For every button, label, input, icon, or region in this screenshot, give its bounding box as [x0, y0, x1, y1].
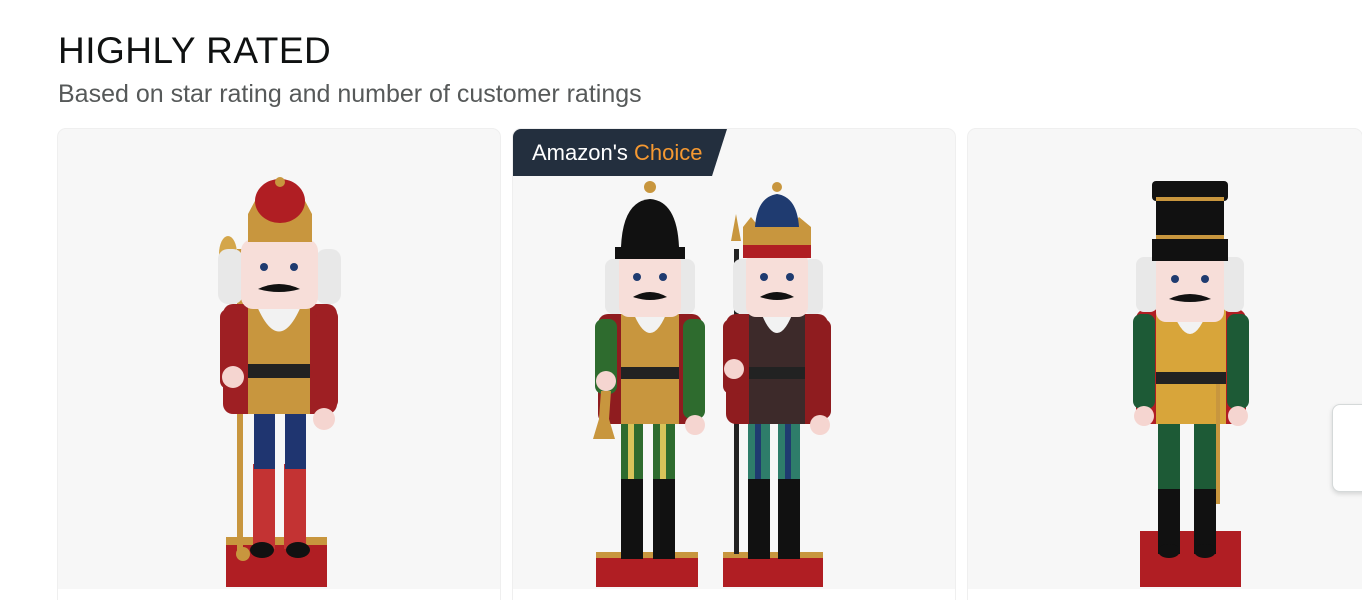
badge-highlight: Choice: [634, 140, 703, 165]
section-subtitle: Based on star rating and number of custo…: [58, 80, 642, 108]
card-bottom: [513, 589, 955, 600]
product-image[interactable]: [968, 129, 1362, 600]
product-image[interactable]: [513, 129, 955, 600]
section-title: HIGHLY RATED: [58, 30, 332, 71]
badge-prefix: Amazon's: [532, 140, 628, 165]
product-card-1[interactable]: [58, 129, 500, 600]
amazons-choice-badge: Amazon's Choice: [513, 129, 727, 176]
product-card-2[interactable]: Amazon's Choice: [513, 129, 955, 600]
product-card-3[interactable]: [968, 129, 1362, 600]
card-bottom: [58, 589, 500, 600]
card-bottom: [968, 589, 1362, 600]
carousel-next-button[interactable]: [1332, 404, 1362, 492]
product-image[interactable]: [58, 129, 500, 600]
